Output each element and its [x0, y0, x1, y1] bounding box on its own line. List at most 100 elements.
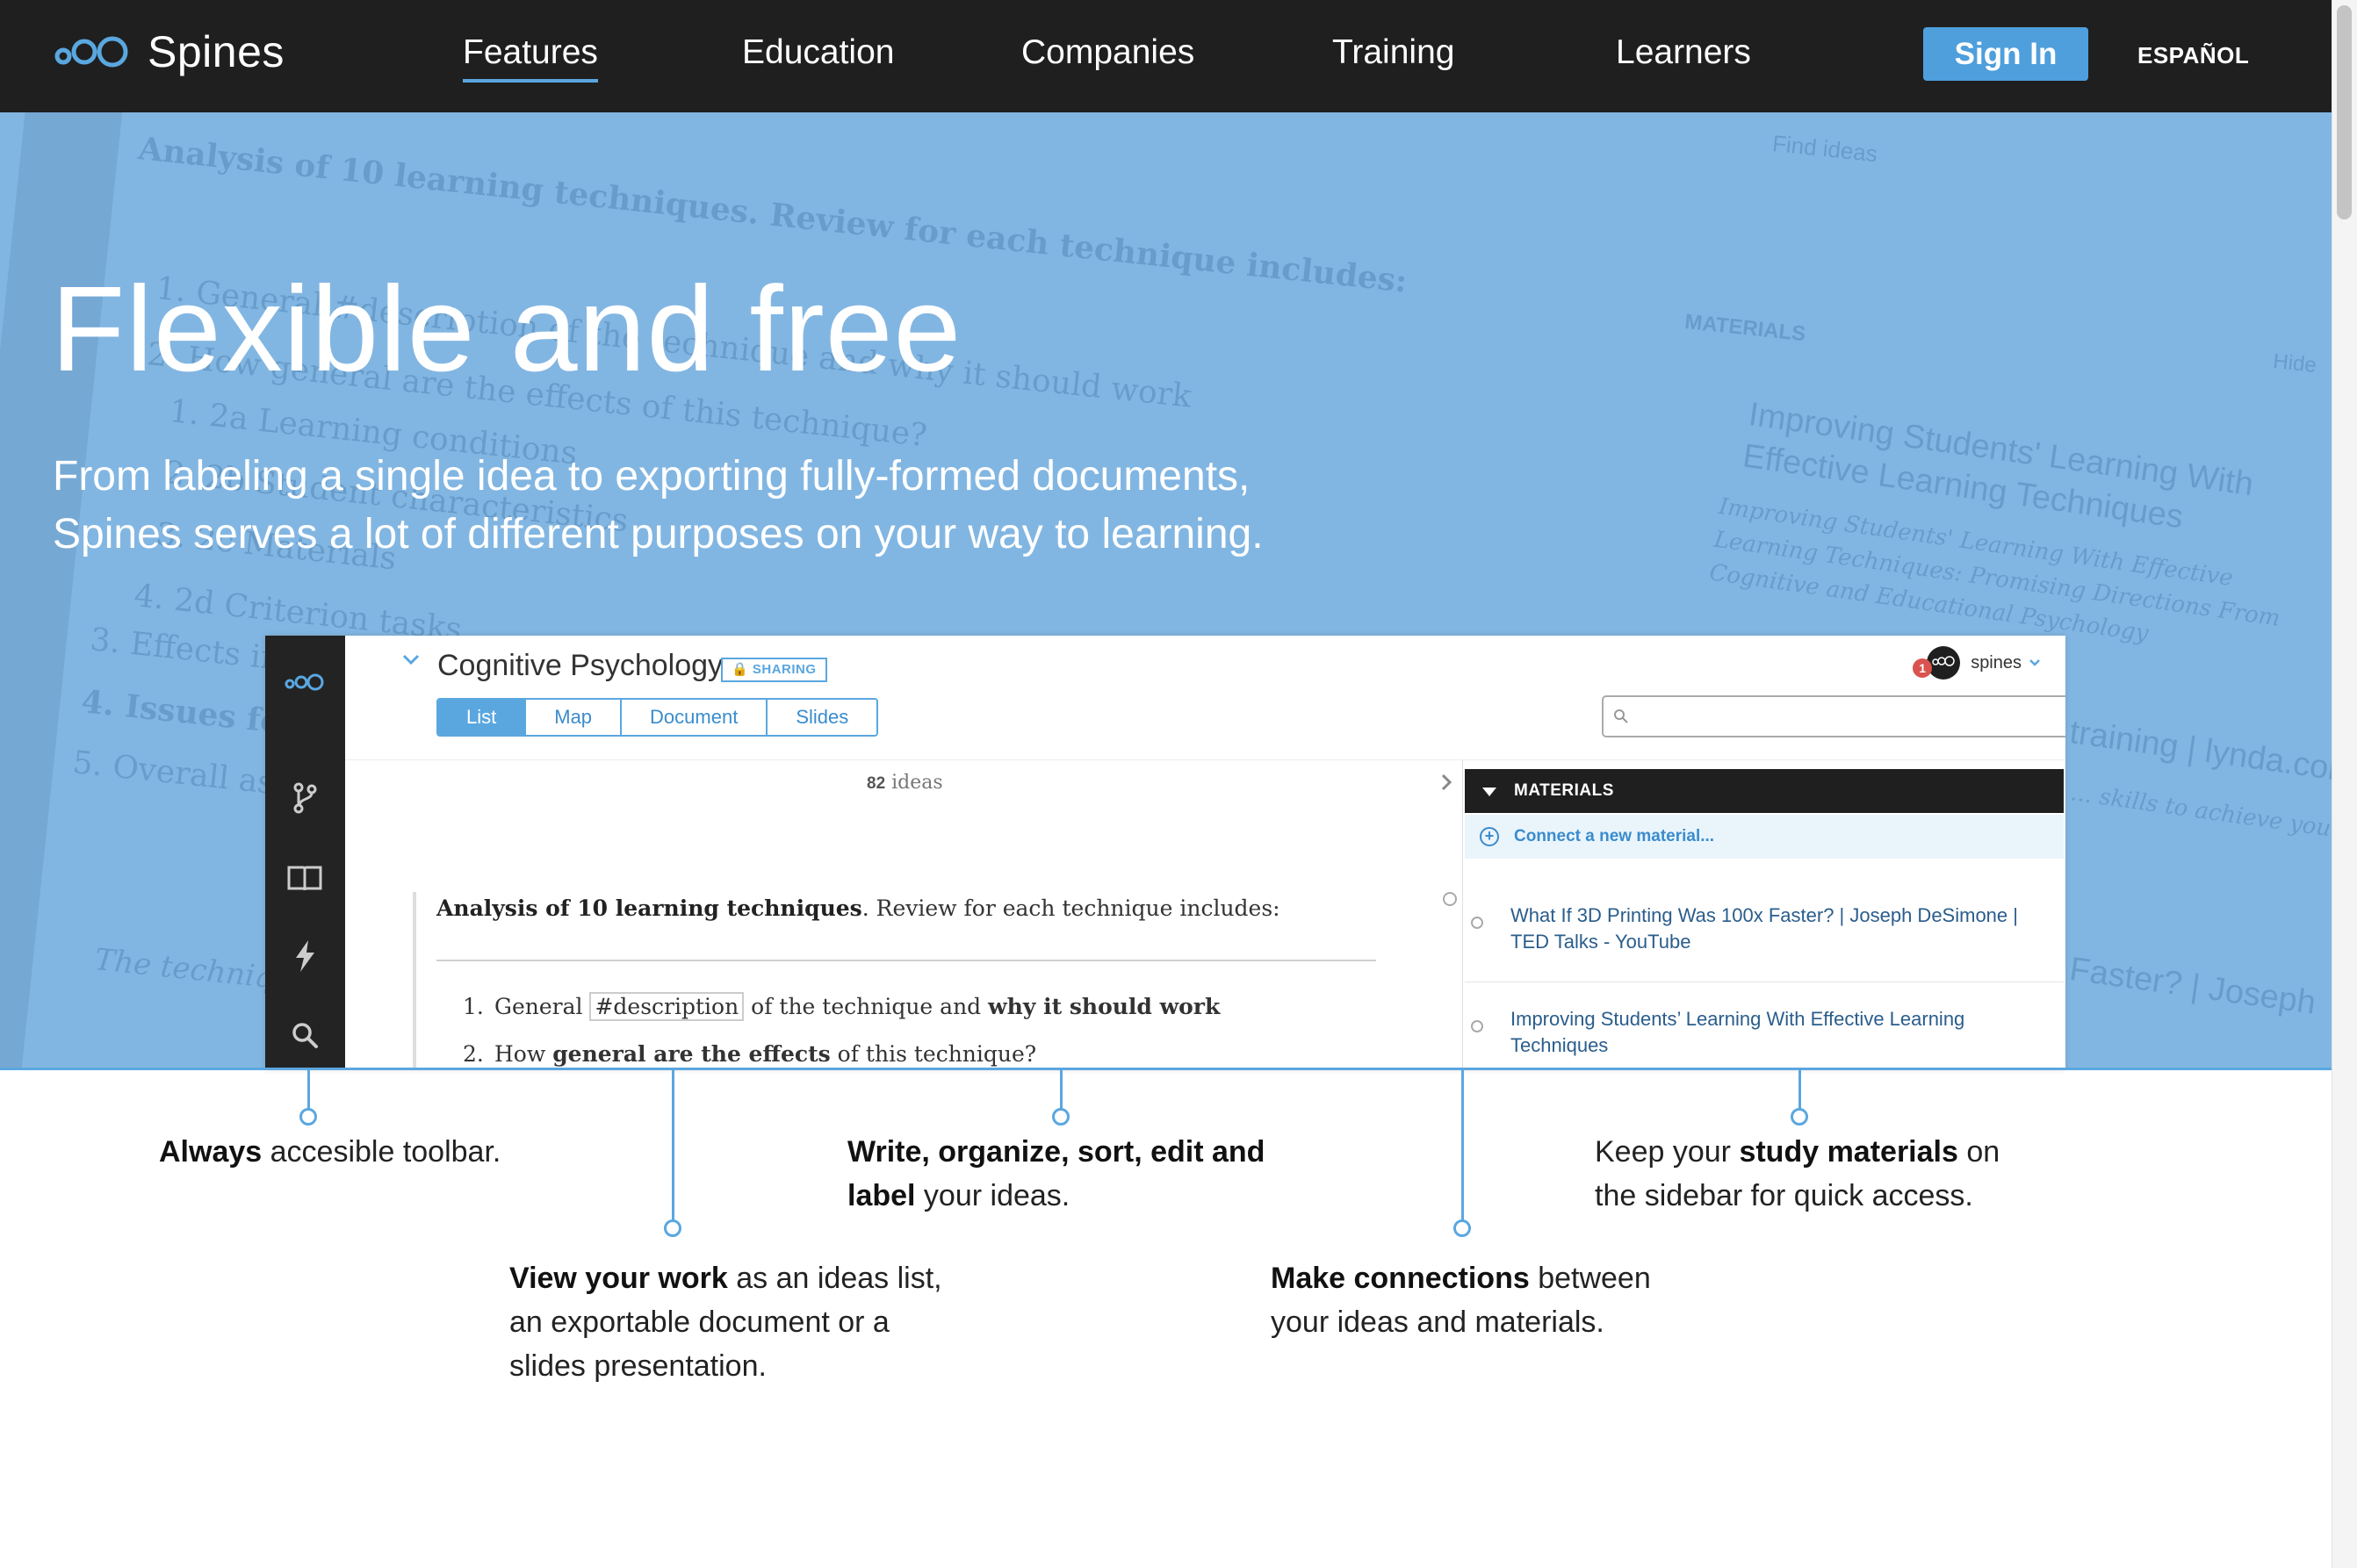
language-link[interactable]: ESPAÑOL	[2137, 42, 2249, 69]
item-text: of the technique and	[744, 994, 989, 1019]
connection-handle[interactable]	[1471, 917, 1483, 929]
top-navigation: Spines Features Education Companies Trai…	[0, 0, 2332, 112]
logo-text: Spines	[148, 27, 285, 76]
background-sidebar	[0, 112, 126, 1069]
connect-material-label: Connect a new material...	[1514, 827, 1715, 845]
sign-in-button[interactable]: Sign In	[1923, 27, 2088, 81]
materials-header[interactable]: MATERIALS	[1465, 769, 2064, 813]
idea-heading[interactable]: Analysis of 10 learning techniques. Revi…	[436, 895, 1280, 921]
callout-dot	[664, 1219, 681, 1237]
callout-toolbar: Always accesible toolbar.	[159, 1130, 580, 1174]
tab-slides[interactable]: Slides	[766, 700, 876, 735]
callout-text: your ideas.	[915, 1179, 1070, 1212]
background-training-desc: ... skills to achieve your ... today and…	[2068, 780, 2332, 874]
background-training: training | lynda.com	[2067, 714, 2332, 791]
callout-view-work: View your work as an ideas list, an expo…	[509, 1256, 948, 1388]
materials-panel: MATERIALS + Connect a new material... Wha…	[1462, 760, 2065, 1069]
material-item[interactable]: Improving Students’ Learning With Effect…	[1510, 1006, 2046, 1059]
ideas-count: 82 ideas	[867, 772, 943, 794]
app-preview: Cognitive Psychology 🔒 SHARING List Map …	[265, 636, 2065, 1069]
callout-text: accesible toolbar.	[262, 1135, 501, 1169]
hero-subtitle: From labeling a single idea to exporting…	[53, 448, 1370, 564]
idea-indent-line	[413, 892, 416, 1069]
callout-dot	[1052, 1108, 1070, 1126]
spines-logo-icon	[1932, 656, 1955, 666]
materials-header-label: MATERIALS	[1514, 781, 1614, 800]
chevron-right-icon[interactable]	[1440, 773, 1452, 792]
sharing-label: SHARING	[752, 662, 817, 677]
nav-link-learners[interactable]: Learners	[1616, 30, 1751, 83]
triangle-down-icon	[1482, 788, 1496, 796]
spines-logo-icon[interactable]	[285, 662, 325, 702]
nav-link-education[interactable]: Education	[742, 30, 894, 83]
callout-connections: Make connections between your ideas and …	[1271, 1256, 1692, 1344]
callout-baseline	[0, 1068, 2332, 1070]
ideas-count-number: 82	[867, 774, 886, 793]
scrollbar-track[interactable]	[2332, 0, 2357, 1568]
app-header: Cognitive Psychology 🔒 SHARING List Map …	[345, 636, 2065, 760]
avatar[interactable]: 1	[1913, 646, 1961, 680]
chevron-down-icon[interactable]	[2029, 658, 2041, 667]
item-number: 1.	[463, 994, 484, 1019]
item-number: 2.	[463, 1041, 484, 1067]
sharing-badge[interactable]: 🔒 SHARING	[721, 658, 827, 682]
callout-stem	[672, 1069, 674, 1226]
background-materials-label: MATERIALS	[1683, 310, 1807, 347]
chevron-down-icon[interactable]	[401, 653, 421, 665]
callout-bold: Make connections	[1271, 1262, 1530, 1295]
callout-text: Keep your	[1595, 1135, 1740, 1169]
item-text: How	[494, 1041, 553, 1067]
callout-stem	[1461, 1069, 1464, 1226]
background-faster: Faster? | Joseph	[2067, 951, 2318, 1022]
nav-link-companies[interactable]: Companies	[1021, 30, 1194, 83]
username[interactable]: spines	[1971, 653, 2022, 673]
user-menu[interactable]: 1 spines	[1913, 646, 2041, 680]
view-tabs: List Map Document Slides	[436, 698, 879, 737]
callout-dot	[1453, 1219, 1471, 1237]
callout-bold: View your work	[509, 1262, 728, 1295]
nav-link-training[interactable]: Training	[1332, 30, 1454, 83]
callout-dot	[299, 1108, 317, 1126]
lightning-icon[interactable]	[285, 936, 325, 976]
search-icon[interactable]	[285, 1015, 325, 1055]
search-input[interactable]	[1602, 695, 2065, 737]
logo[interactable]: Spines	[54, 26, 285, 77]
callout-materials: Keep your study materials on the sidebar…	[1595, 1130, 2034, 1218]
branch-icon[interactable]	[285, 778, 325, 818]
hero-subtitle-line: Spines serves a lot of different purpose…	[53, 511, 1264, 557]
tab-document[interactable]: Document	[620, 700, 766, 735]
nav-link-features[interactable]: Features	[463, 30, 598, 83]
item-bold-text: why it should work	[988, 994, 1221, 1019]
book-icon[interactable]	[285, 858, 325, 898]
lock-icon: 🔒	[732, 662, 749, 677]
tab-map[interactable]: Map	[524, 700, 620, 735]
callout-dot	[1791, 1108, 1808, 1126]
item-text: General	[494, 994, 590, 1019]
scrollbar-thumb[interactable]	[2337, 5, 2352, 219]
idea-heading-bold: Analysis of 10 learning techniques	[436, 895, 862, 921]
list-item[interactable]: 2. How general are the effects of this te…	[463, 1041, 1036, 1067]
list-item[interactable]: 1. General #description of the technique …	[463, 992, 1221, 1021]
callout-write: Write, organize, sort, edit and label yo…	[847, 1130, 1269, 1218]
search-icon	[1614, 709, 1628, 723]
notification-badge[interactable]: 1	[1913, 658, 1933, 678]
hero-subtitle-line: From labeling a single idea to exporting…	[53, 453, 1251, 500]
callout-bold: Always	[159, 1135, 263, 1169]
hashtag[interactable]: #description	[589, 992, 745, 1021]
app-toolbar	[265, 636, 345, 1069]
connect-material-button[interactable]: + Connect a new material...	[1465, 815, 2064, 859]
background-hide: Hide	[2272, 349, 2318, 378]
idea-heading-rest: . Review for each technique includes:	[861, 895, 1280, 921]
divider	[436, 960, 1376, 961]
material-item[interactable]: What If 3D Printing Was 100x Faster? | J…	[1510, 903, 2046, 955]
item-bold-text: general are the effects	[552, 1041, 831, 1067]
plus-circle-icon: +	[1480, 827, 1499, 846]
ideas-count-label: ideas	[891, 772, 943, 794]
connection-handle[interactable]	[1443, 892, 1457, 906]
background-search: Find ideas	[1770, 130, 1879, 168]
document-title[interactable]: Cognitive Psychology	[437, 649, 723, 683]
hero-title: Flexible and free	[51, 262, 962, 397]
callout-bold: study materials	[1739, 1135, 1958, 1169]
tab-list[interactable]: List	[438, 700, 525, 735]
connection-handle[interactable]	[1471, 1020, 1483, 1032]
